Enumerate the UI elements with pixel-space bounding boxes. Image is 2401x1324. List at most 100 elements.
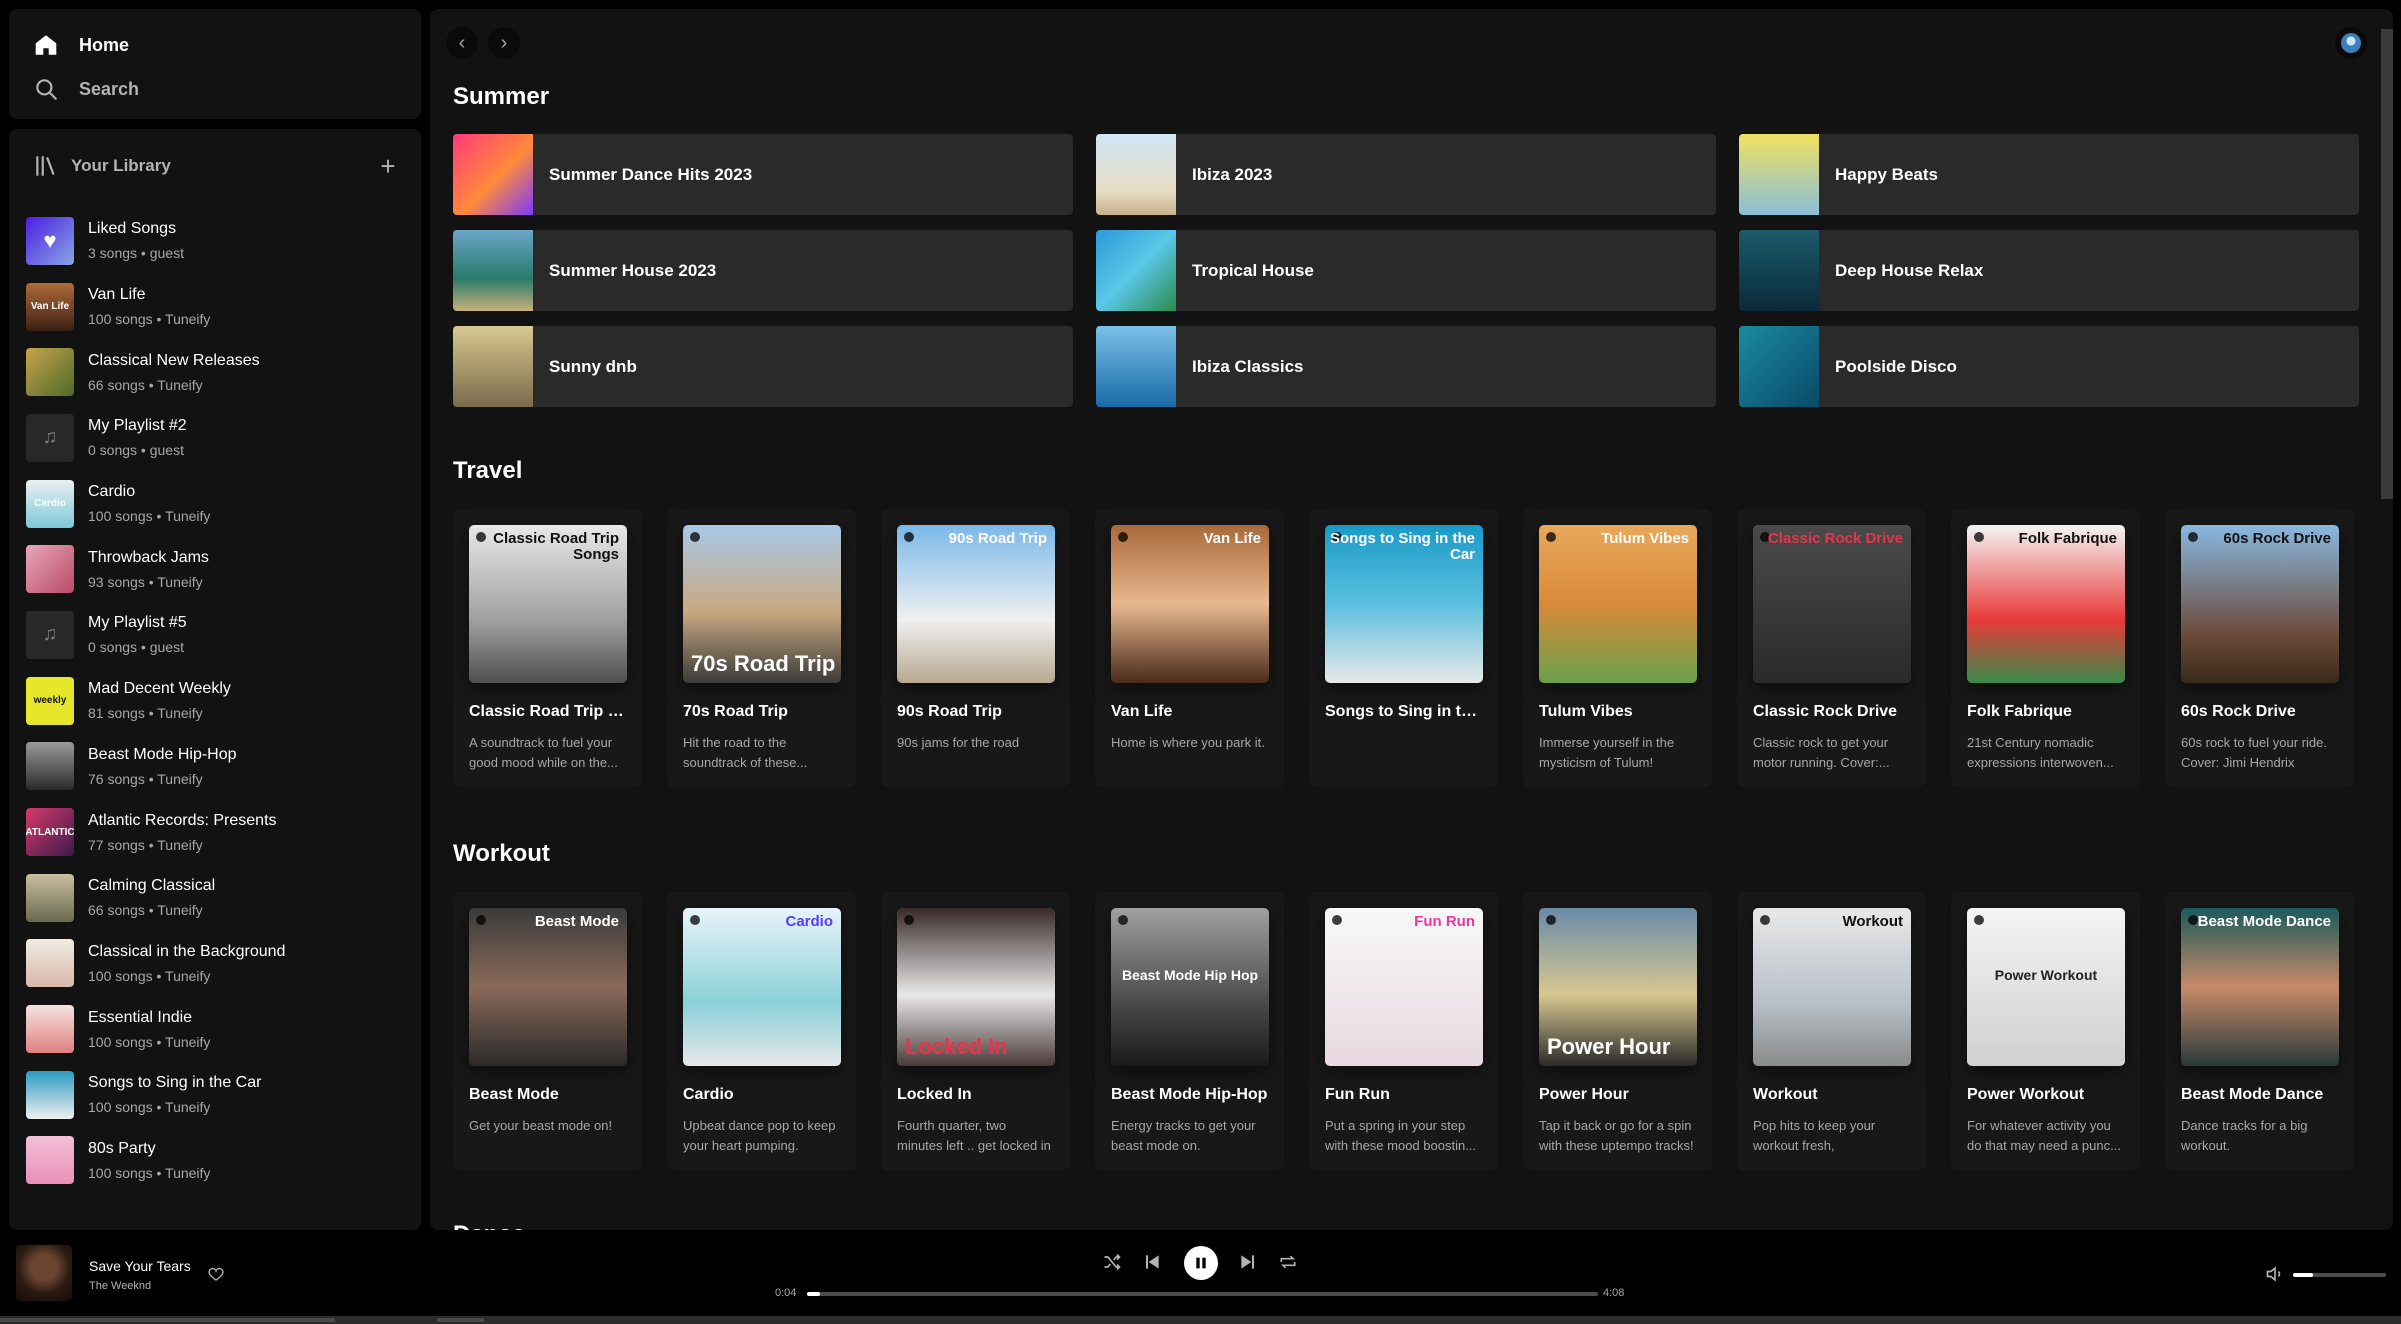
playlist-card[interactable]: Beast Mode Dance Beast Mode Dance Dance tr… xyxy=(2165,892,2354,1170)
library-item-name: Beast Mode Hip-Hop xyxy=(88,745,237,763)
library-item[interactable]: Beast Mode Hip-Hop 76 songs • Tuneify xyxy=(26,734,411,800)
main-scrollbar[interactable] xyxy=(2381,29,2393,499)
volume-icon[interactable] xyxy=(2265,1264,2285,1284)
profile-button[interactable] xyxy=(2335,27,2367,59)
volume-slider[interactable] xyxy=(2293,1273,2386,1277)
pause-button[interactable] xyxy=(1184,1246,1218,1280)
library-item[interactable]: Cardio Cardio 100 songs • Tuneify xyxy=(26,471,411,537)
library-item[interactable]: weekly Mad Decent Weekly 81 songs • Tuneif… xyxy=(26,668,411,734)
cover-text: Workout xyxy=(1842,913,1903,930)
library-item-name: Cardio xyxy=(88,483,136,501)
library-item-meta: 0 songs • guest xyxy=(88,639,184,656)
library-item[interactable]: Calming Classical 66 songs • Tuneify xyxy=(26,865,411,931)
playlist-card[interactable]: Beast Mode Beast Mode Get your beast mode … xyxy=(453,892,642,1170)
library-item[interactable]: Essential Indie 100 songs • Tuneify xyxy=(26,996,411,1062)
playlist-card[interactable]: 70s Road Trip 70s Road Trip Hit the road t… xyxy=(667,509,856,787)
playlist-cover: ♥ xyxy=(26,216,74,265)
playlist-card[interactable]: Classic Road Trip Songs Classic Road Trip… xyxy=(453,509,642,787)
add-playlist-button[interactable]: + xyxy=(373,151,403,181)
shuffle-button[interactable] xyxy=(1100,1250,1124,1274)
library-item[interactable]: 80s Party 100 songs • Tuneify xyxy=(26,1128,411,1194)
shortcut-card[interactable]: Happy Beats xyxy=(1739,134,2359,215)
now-playing-cover[interactable] xyxy=(16,1245,72,1301)
shortcut-card[interactable]: Deep House Relax xyxy=(1739,230,2359,311)
shortcut-card[interactable]: Summer Dance Hits 2023 xyxy=(453,134,1073,215)
playlist-card[interactable]: Workout Workout Pop hits to keep your work… xyxy=(1737,892,1926,1170)
now-playing-artist[interactable]: The Weeknd xyxy=(89,1280,151,1292)
playlist-card[interactable]: Power Workout Power Workout For whatever a… xyxy=(1951,892,2140,1170)
shortcut-card[interactable]: Tropical House xyxy=(1096,230,1716,311)
playlist-cover xyxy=(1739,134,1819,215)
playlist-card[interactable]: Power Hour Power Hour Tap it back or go fo… xyxy=(1523,892,1712,1170)
next-button[interactable] xyxy=(1236,1250,1260,1274)
playlist-card[interactable]: Tulum Vibes Tulum Vibes Immerse yourself i… xyxy=(1523,509,1712,787)
library-item[interactable]: ♥ Liked Songs 3 songs • guest xyxy=(26,208,411,274)
playlist-cover xyxy=(26,348,74,397)
brand-icon xyxy=(690,915,700,925)
library-item-meta: 0 songs • guest xyxy=(88,442,184,459)
playlist-card[interactable]: 60s Rock Drive 60s Rock Drive 60s rock to … xyxy=(2165,509,2354,787)
library-item-text: Atlantic Records: Presents 77 songs • Tun… xyxy=(88,812,277,853)
brand-icon xyxy=(904,915,914,925)
shortcut-card[interactable]: Sunny dnb xyxy=(453,326,1073,407)
section-title-travel[interactable]: Travel xyxy=(453,457,522,485)
playlist-cover xyxy=(26,1005,74,1054)
playlist-card[interactable]: Classic Rock Drive Classic Rock Drive Clas… xyxy=(1737,509,1926,787)
heart-icon[interactable] xyxy=(207,1265,225,1283)
progress-bar[interactable] xyxy=(807,1292,1598,1296)
repeat-button[interactable] xyxy=(1276,1250,1300,1274)
playlist-card[interactable]: Beast Mode Hip Hop Beast Mode Hip-Hop Ener… xyxy=(1095,892,1284,1170)
playlist-card[interactable]: Folk Fabrique Folk Fabrique 21st Century n… xyxy=(1951,509,2140,787)
playlist-cover: Cardio xyxy=(26,479,74,528)
shortcut-card[interactable]: Ibiza Classics xyxy=(1096,326,1716,407)
playlist-card[interactable]: Locked In Locked In Fourth quarter, two mi… xyxy=(881,892,1070,1170)
section-title-summer[interactable]: Summer xyxy=(453,83,549,111)
library-item[interactable]: ATLANTIC Atlantic Records: Presents 77 son… xyxy=(26,799,411,865)
now-playing-title[interactable]: Save Your Tears xyxy=(89,1258,191,1274)
forward-button[interactable]: › xyxy=(488,27,520,59)
library-title[interactable]: Your Library xyxy=(71,156,373,176)
library-item-text: Cardio 100 songs • Tuneify xyxy=(88,483,210,524)
nav-home-label: Home xyxy=(79,34,130,55)
library-icon[interactable] xyxy=(33,153,59,179)
library-item[interactable]: ♫ My Playlist #2 0 songs • guest xyxy=(26,405,411,471)
chevron-right-icon: › xyxy=(500,31,508,54)
playlist-card[interactable]: Fun Run Fun Run Put a spring in your step … xyxy=(1309,892,1498,1170)
main-content: ‹ › Summer Summer Dance Hits 2023 Ibiza 2… xyxy=(430,9,2393,1230)
cover-text: Classic Rock Drive xyxy=(1767,530,1903,547)
previous-button[interactable] xyxy=(1140,1250,1164,1274)
taskbar-tab[interactable] xyxy=(437,1318,484,1322)
playlist-cover: Tulum Vibes xyxy=(1539,525,1697,683)
card-description xyxy=(1325,733,1482,773)
card-description: A soundtrack to fuel your good mood whil… xyxy=(469,735,618,770)
library-item-text: Van Life 100 songs • Tuneify xyxy=(88,286,210,327)
cover-text: Van Life xyxy=(1203,530,1261,547)
playlist-card[interactable]: Songs to Sing in the Car Songs to Sing in… xyxy=(1309,509,1498,787)
nav-home[interactable]: Home xyxy=(33,23,397,67)
back-button[interactable]: ‹ xyxy=(446,27,478,59)
shortcut-card[interactable]: Poolside Disco xyxy=(1739,326,2359,407)
library-item[interactable]: Songs to Sing in the Car 100 songs • Tune… xyxy=(26,1062,411,1128)
library-item[interactable]: Throwback Jams 93 songs • Tuneify xyxy=(26,536,411,602)
playlist-card[interactable]: 90s Road Trip 90s Road Trip 90s jams for t… xyxy=(881,509,1070,787)
playlist-cover: ♫ xyxy=(26,413,74,462)
section-title-workout[interactable]: Workout xyxy=(453,840,550,868)
section-title-next[interactable]: Dance xyxy=(453,1221,525,1230)
library-item-name: My Playlist #2 xyxy=(88,417,187,435)
nav-search[interactable]: Search xyxy=(33,67,397,111)
library-item[interactable]: Classical New Releases 66 songs • Tuneify xyxy=(26,339,411,405)
shortcut-label: Summer House 2023 xyxy=(549,260,717,280)
history-nav: ‹ › xyxy=(446,27,530,59)
workout-card-row: Beast Mode Beast Mode Get your beast mode … xyxy=(453,892,2379,1170)
taskbar-tab[interactable] xyxy=(0,1318,335,1322)
playlist-card[interactable]: Van Life Van Life Home is where you park i… xyxy=(1095,509,1284,787)
playlist-card[interactable]: Cardio Cardio Upbeat dance pop to keep you… xyxy=(667,892,856,1170)
library-item[interactable]: Classical in the Background 100 songs • T… xyxy=(26,931,411,997)
brand-icon xyxy=(904,532,914,542)
cover-text: 70s Road Trip xyxy=(691,650,836,676)
shortcut-card[interactable]: Summer House 2023 xyxy=(453,230,1073,311)
playlist-cover: 70s Road Trip xyxy=(683,525,841,683)
shortcut-card[interactable]: Ibiza 2023 xyxy=(1096,134,1716,215)
library-item[interactable]: ♫ My Playlist #5 0 songs • guest xyxy=(26,602,411,668)
library-item[interactable]: Van Life Van Life 100 songs • Tuneify xyxy=(26,274,411,340)
